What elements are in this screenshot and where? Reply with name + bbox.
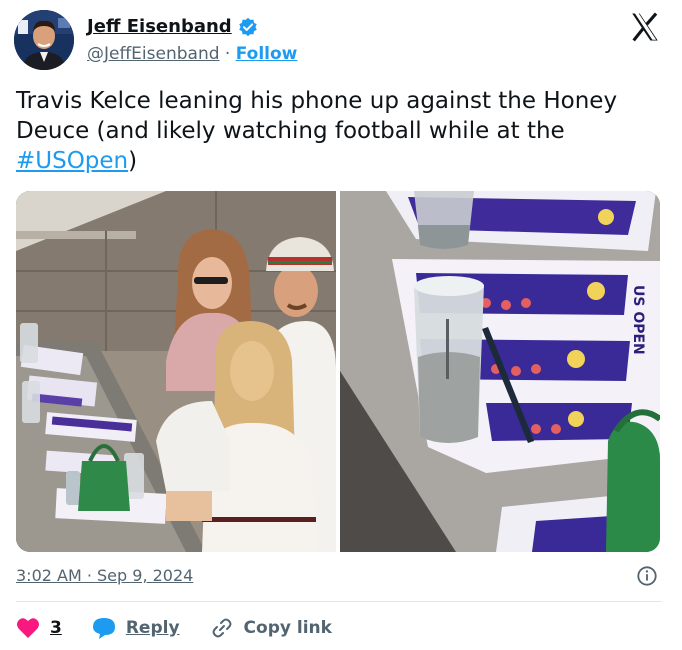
like-count: 3 [50, 618, 62, 638]
copy-link-button[interactable]: Copy link [210, 616, 332, 640]
follow-button[interactable]: Follow [236, 44, 298, 64]
heart-icon [17, 618, 39, 638]
tweet-text: Travis Kelce leaning his phone up agains… [16, 86, 666, 176]
photo-drink-on-program[interactable]: US OPEN [340, 191, 660, 552]
author-name-row: Jeff Eisenband [87, 16, 258, 37]
like-button[interactable]: 3 [16, 617, 62, 639]
tweet-text-main: Travis Kelce leaning his phone up agains… [16, 88, 618, 144]
info-icon[interactable] [636, 565, 658, 587]
tweet-embed-card: Jeff Eisenband @JeffEisenband · Follow T… [0, 0, 682, 650]
avatar-photo [14, 10, 74, 70]
link-icon [212, 618, 232, 638]
reply-label: Reply [125, 618, 180, 638]
photo-couple-in-suite[interactable] [16, 191, 336, 552]
program-text: US OPEN [630, 285, 646, 355]
avatar[interactable] [14, 10, 74, 70]
tweet-text-end: ) [128, 148, 138, 174]
reply-button[interactable]: Reply [92, 617, 180, 639]
timestamp-link[interactable]: 3:02 AM · Sep 9, 2024 [16, 566, 193, 585]
reply-bubble-icon [92, 618, 115, 639]
media-grid: US OPEN [16, 191, 660, 552]
author-handle-row: @JeffEisenband · Follow [87, 44, 297, 64]
author-handle[interactable]: @JeffEisenband [87, 44, 220, 64]
divider [16, 601, 662, 602]
separator-dot: · [224, 44, 231, 64]
hashtag-link[interactable]: #USOpen [16, 148, 128, 174]
x-logo-icon[interactable] [628, 10, 662, 44]
author-name[interactable]: Jeff Eisenband [87, 16, 232, 37]
action-bar: 3 Reply Copy link [16, 614, 332, 642]
verified-badge-icon [238, 17, 257, 36]
copy-link-label: Copy link [243, 618, 332, 638]
